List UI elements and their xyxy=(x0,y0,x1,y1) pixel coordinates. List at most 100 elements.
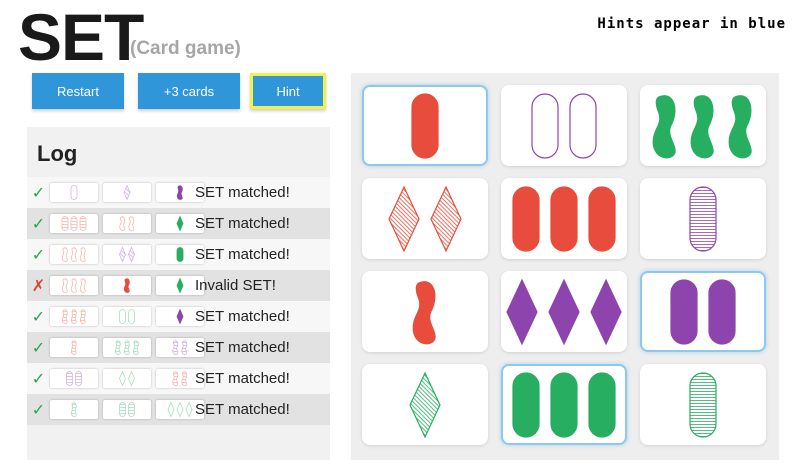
log-mini-card xyxy=(50,400,98,419)
green-oval-symbol xyxy=(689,371,717,438)
set-card[interactable] xyxy=(501,178,627,259)
set-card[interactable] xyxy=(362,364,488,445)
purple-diamond-symbol xyxy=(123,184,131,201)
log-entry: ✓ SET matched! xyxy=(27,363,330,394)
red-squiggle-symbol xyxy=(119,216,126,231)
log-entry: ✓ SET matched! xyxy=(27,301,330,332)
log-entry: ✓ SET matched! xyxy=(27,394,330,425)
red-oval-symbol xyxy=(61,216,69,231)
log-mini-card xyxy=(50,245,98,264)
log-entry: ✓ SET matched! xyxy=(27,208,330,239)
red-squiggle-symbol xyxy=(70,247,77,262)
green-oval-symbol xyxy=(176,247,184,262)
red-squiggle-symbol xyxy=(123,278,130,293)
log-mini-card xyxy=(103,183,151,202)
hint-note: Hints appear in blue xyxy=(597,16,786,32)
purple-squiggle-symbol xyxy=(181,340,188,355)
add-cards-button[interactable]: +3 cards xyxy=(138,73,240,109)
hint-button[interactable]: Hint xyxy=(250,73,326,109)
red-oval-symbol xyxy=(512,185,540,252)
green-squiggle-symbol xyxy=(690,94,714,158)
purple-diamond-symbol xyxy=(128,246,135,263)
red-squiggle-symbol xyxy=(61,278,68,293)
green-diamond-symbol xyxy=(128,370,135,387)
check-icon: ✓ xyxy=(31,339,46,357)
purple-diamond-symbol xyxy=(506,278,538,345)
red-squiggle-symbol xyxy=(172,371,179,386)
green-oval-symbol xyxy=(550,371,578,438)
green-diamond-symbol xyxy=(185,401,193,418)
log-entry-text: SET matched! xyxy=(195,339,290,356)
purple-oval-symbol xyxy=(75,371,82,386)
check-icon: ✓ xyxy=(31,184,46,202)
green-oval-symbol xyxy=(119,402,126,417)
check-icon: ✓ xyxy=(31,215,46,233)
log-entry: ✓ SET matched! xyxy=(27,177,330,208)
set-card[interactable] xyxy=(640,85,766,166)
red-oval-symbol xyxy=(411,92,439,159)
purple-squiggle-symbol xyxy=(172,340,179,355)
set-card[interactable] xyxy=(362,178,488,259)
set-card[interactable] xyxy=(640,271,766,352)
green-squiggle-symbol xyxy=(123,340,130,355)
red-oval-symbol xyxy=(550,185,578,252)
game-title: SET xyxy=(18,0,144,74)
log-mini-card xyxy=(103,338,151,357)
purple-squiggle-symbol xyxy=(176,185,183,200)
card-board xyxy=(351,73,779,460)
set-card[interactable] xyxy=(501,85,627,166)
red-squiggle-symbol xyxy=(412,280,436,344)
red-oval-symbol xyxy=(588,185,616,252)
log-entry-text: SET matched! xyxy=(195,184,290,201)
set-card[interactable] xyxy=(362,85,488,166)
set-card[interactable] xyxy=(640,178,766,259)
check-icon: ✓ xyxy=(31,370,46,388)
log-entry: ✗ Invalid SET! xyxy=(27,270,330,301)
purple-oval-symbol xyxy=(708,278,736,345)
log-mini-card xyxy=(50,214,98,233)
green-squiggle-symbol xyxy=(728,94,752,158)
log-title: Log xyxy=(37,141,78,166)
log-entry-text: SET matched! xyxy=(195,370,290,387)
purple-diamond-symbol xyxy=(119,246,126,263)
red-squiggle-symbol xyxy=(128,216,135,231)
green-squiggle-symbol xyxy=(70,402,77,417)
log-mini-card xyxy=(50,276,98,295)
green-diamond-symbol xyxy=(409,371,441,438)
purple-diamond-symbol xyxy=(590,278,622,345)
log-mini-card xyxy=(103,400,151,419)
log-mini-card xyxy=(50,369,98,388)
set-card[interactable] xyxy=(501,364,627,445)
red-squiggle-symbol xyxy=(70,309,77,324)
green-diamond-symbol xyxy=(176,401,184,418)
log-entry-text: SET matched! xyxy=(195,308,290,325)
set-card[interactable] xyxy=(362,271,488,352)
log-entry: ✓ SET matched! xyxy=(27,332,330,363)
green-diamond-symbol xyxy=(167,401,175,418)
red-squiggle-symbol xyxy=(70,340,77,355)
purple-diamond-symbol xyxy=(176,308,184,325)
green-squiggle-symbol xyxy=(114,340,121,355)
red-diamond-symbol xyxy=(388,185,420,252)
green-oval-symbol xyxy=(588,371,616,438)
check-icon: ✓ xyxy=(31,308,46,326)
set-card[interactable] xyxy=(501,271,627,352)
red-squiggle-symbol xyxy=(61,247,68,262)
purple-oval-symbol xyxy=(70,185,78,200)
purple-oval-symbol xyxy=(689,185,717,252)
green-diamond-symbol xyxy=(176,277,184,294)
green-squiggle-symbol xyxy=(652,94,676,158)
log-mini-card xyxy=(103,307,151,326)
green-oval-symbol xyxy=(128,309,135,324)
log-entry-text: SET matched! xyxy=(195,215,290,232)
green-oval-symbol xyxy=(512,371,540,438)
red-squiggle-symbol xyxy=(61,309,68,324)
check-icon: ✓ xyxy=(31,401,46,419)
red-diamond-symbol xyxy=(430,185,462,252)
check-icon: ✓ xyxy=(31,246,46,264)
set-card[interactable] xyxy=(640,364,766,445)
restart-button[interactable]: Restart xyxy=(32,73,124,109)
green-oval-symbol xyxy=(119,309,126,324)
log-mini-card xyxy=(103,369,151,388)
green-squiggle-symbol xyxy=(132,340,139,355)
